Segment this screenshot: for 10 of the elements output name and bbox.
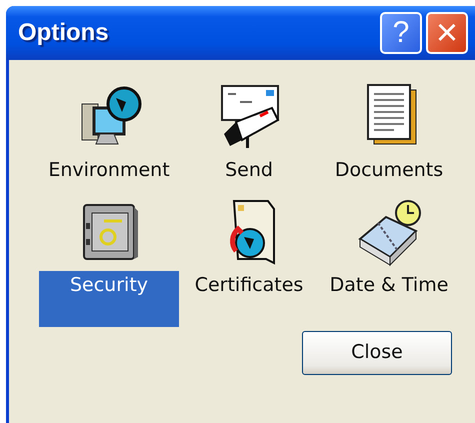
option-item[interactable]: Send [221,156,277,184]
option-item[interactable]: Certificates [190,270,308,299]
close-dialog-button[interactable]: Close [302,330,452,374]
option-item[interactable]: Security [39,270,179,326]
window-title: Options [18,18,110,48]
help-button[interactable]: ? [380,12,422,54]
option-item[interactable]: Documents [330,156,448,184]
close-button[interactable]: × [426,12,468,54]
option-item[interactable]: Date & Time [326,270,452,299]
option-item[interactable]: Environment [44,156,174,184]
